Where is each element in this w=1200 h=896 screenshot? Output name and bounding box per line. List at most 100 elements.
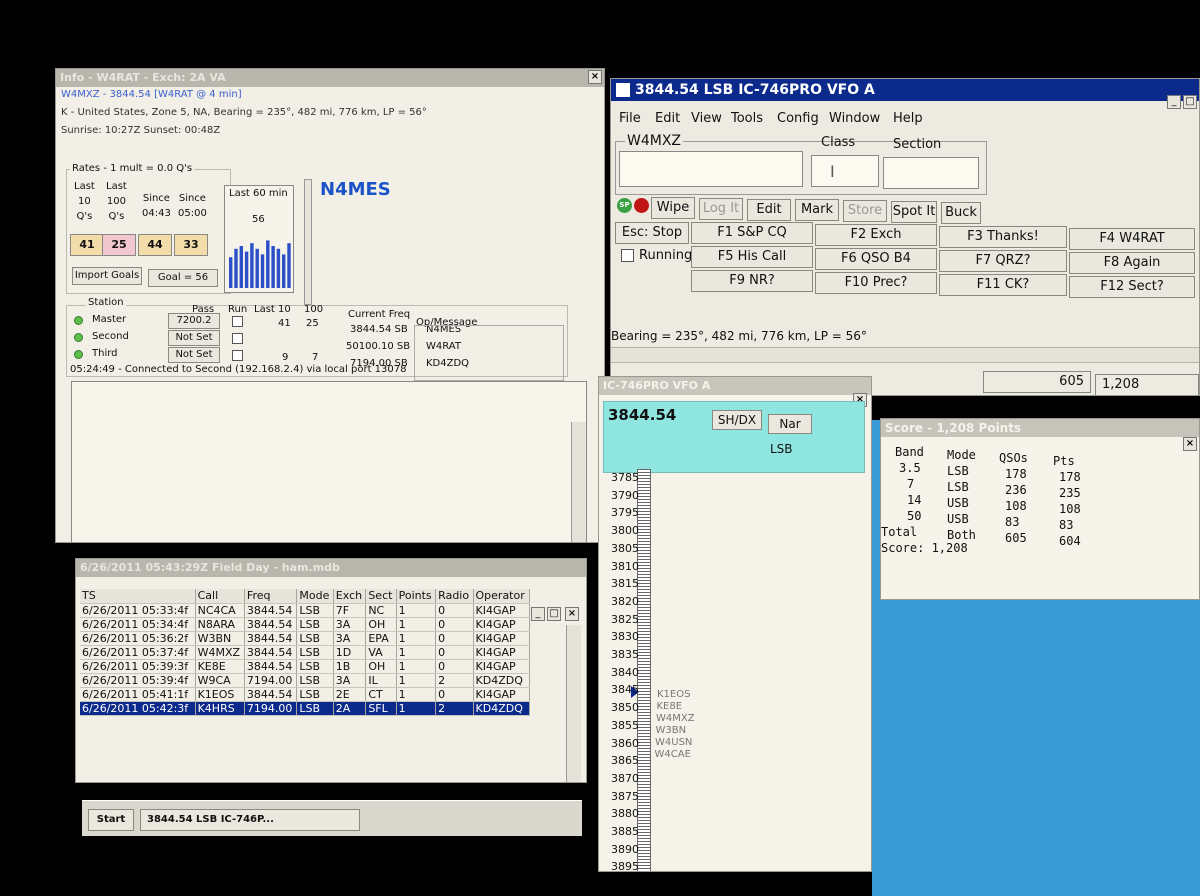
log-scrollbar[interactable] (566, 625, 581, 782)
fkey-4-button[interactable]: F4 W4RAT (1069, 228, 1195, 250)
log-cell: LSB (296, 603, 334, 618)
fkey-10-button[interactable]: F10 Prec? (815, 272, 937, 294)
menu-item-view[interactable]: View (691, 111, 722, 126)
spot-callsign[interactable]: W4USN (655, 737, 692, 748)
minimize-icon[interactable]: _ (1167, 95, 1181, 109)
nar-button[interactable]: Nar (768, 414, 812, 434)
log-cell: 1D (333, 645, 367, 660)
menu-item-window[interactable]: Window (829, 111, 880, 126)
esc-stop-button[interactable]: Esc: Stop (615, 222, 689, 244)
goal-button[interactable]: Goal = 56 (148, 269, 218, 287)
wipe-button[interactable]: Wipe (651, 197, 695, 219)
close-icon[interactable]: × (565, 607, 579, 621)
edit-button[interactable]: Edit (747, 198, 791, 221)
fkey-11-button[interactable]: F11 CK? (939, 274, 1067, 296)
station-pass-button[interactable]: 7200.2 (168, 313, 220, 329)
station-run-checkbox[interactable] (232, 350, 243, 361)
entry-title-bar[interactable]: 3844.54 LSB IC-746PRO VFO A (611, 79, 1199, 101)
log-cell: W9CA (195, 673, 245, 688)
taskbar-entry-button[interactable]: 3844.54 LSB IC-746P... (140, 809, 360, 831)
start-button[interactable]: Start (88, 809, 134, 831)
maximize-icon[interactable]: □ (1183, 95, 1197, 109)
spot-callsign[interactable]: W4MXZ (656, 713, 695, 724)
fkey-6-button[interactable]: F6 QSO B4 (815, 248, 937, 270)
station-run-checkbox[interactable] (232, 316, 243, 327)
sp-icon[interactable]: SP (617, 198, 632, 213)
log-column-header[interactable]: Freq (244, 589, 298, 604)
import-goals-button[interactable]: Import Goals (72, 267, 142, 285)
score-title-bar[interactable]: Score - 1,208 Points (881, 419, 1199, 437)
message-area[interactable] (71, 381, 587, 542)
spot-callsign[interactable]: W4CAE (655, 749, 691, 760)
fkey-3-button[interactable]: F3 Thanks! (939, 226, 1067, 248)
fkey-1-button[interactable]: F1 S&P CQ (691, 222, 813, 244)
freq-scale[interactable] (637, 469, 651, 871)
spot-callsign[interactable]: K1EOS (657, 689, 690, 700)
menu-item-edit[interactable]: Edit (655, 111, 680, 126)
log-column-header[interactable]: Operator (473, 589, 531, 604)
log-row[interactable]: 6/26/2011 05:41:1f K1EOS 3844.54 LSB 2E CT 1 0 K… (80, 687, 531, 702)
log-column-header[interactable]: Radio (435, 589, 474, 604)
score-cell: 236 (1005, 483, 1027, 497)
menu-item-tools[interactable]: Tools (731, 111, 763, 126)
log-row[interactable]: 6/26/2011 05:36:2f W3BN 3844.54 LSB 3A EPA 1 0 K… (80, 631, 531, 646)
log-row[interactable]: 6/26/2011 05:39:3f KE8E 3844.54 LSB 1B OH 1 0 KI… (80, 659, 531, 674)
fkey-9-button[interactable]: F9 NR? (691, 270, 813, 292)
class-input[interactable]: I (811, 155, 879, 187)
station-pass-button[interactable]: Not Set (168, 347, 220, 363)
call-input[interactable] (619, 151, 803, 187)
log-column-header[interactable]: Points (396, 589, 437, 604)
message-scrollbar[interactable] (571, 422, 586, 542)
log-column-header[interactable]: Mode (296, 589, 334, 604)
spot-it-button[interactable]: Spot It (891, 201, 937, 223)
log-row[interactable]: 6/26/2011 05:39:4f W9CA 7194.00 LSB 3A IL 1 2 KD… (80, 673, 531, 688)
log-cell: 7F (333, 603, 367, 618)
info-window: Info - W4RAT - Exch: 2A VA × W4MXZ - 384… (55, 68, 605, 543)
log-cell: 3844.54 (244, 687, 298, 702)
log-title-bar[interactable]: 6/26/2011 05:43:29Z Field Day - ham.mdb (76, 559, 586, 577)
menu-item-config[interactable]: Config (777, 111, 819, 126)
running-checkbox[interactable] (621, 249, 634, 262)
log-cell: LSB (296, 631, 334, 646)
fkey-8-button[interactable]: F8 Again (1069, 252, 1195, 274)
info-call-line: W4MXZ - 3844.54 [W4RAT @ 4 min] (61, 89, 242, 100)
close-icon[interactable]: × (588, 70, 602, 84)
score-cell: 83 (1059, 518, 1074, 532)
log-row[interactable]: 6/26/2011 05:37:4f W4MXZ 3844.54 LSB 1D VA 1 0 K… (80, 645, 531, 660)
section-input[interactable] (883, 157, 979, 189)
log-row[interactable]: 6/26/2011 05:34:4f N8ARA 3844.54 LSB 3A OH 1 0 K… (80, 617, 531, 632)
spot-callsign[interactable]: W3BN (656, 725, 687, 736)
log-table[interactable]: TS Call Freq Mode Exch Sect Points Radio Operato… (80, 589, 531, 716)
log-cell: 1B (333, 659, 367, 674)
fkey-2-button[interactable]: F2 Exch (815, 224, 937, 246)
bandmap-title-bar[interactable]: IC-746PRO VFO A (599, 377, 871, 395)
log-row[interactable]: 6/26/2011 05:42:3f K4HRS 7194.00 LSB 2A SFL 1 2… (80, 701, 531, 716)
log-column-header[interactable]: Sect (365, 589, 397, 604)
run-record-icon[interactable] (634, 198, 649, 213)
store-button[interactable]: Store (843, 200, 887, 223)
menu-item-help[interactable]: Help (893, 111, 923, 126)
log-column-header[interactable]: Exch (333, 589, 367, 604)
fkey-5-button[interactable]: F5 His Call (691, 246, 813, 268)
shdx-button[interactable]: SH/DX (712, 410, 762, 430)
maximize-icon[interactable]: □ (547, 607, 561, 621)
minimize-icon[interactable]: _ (531, 607, 545, 621)
station-last100: 7 (312, 352, 319, 363)
fkey-12-button[interactable]: F12 Sect? (1069, 276, 1195, 298)
fkey-7-button[interactable]: F7 QRZ? (939, 250, 1067, 272)
log-column-header[interactable]: Call (195, 589, 245, 604)
station-run-checkbox[interactable] (232, 333, 243, 344)
info-title-bar[interactable]: Info - W4RAT - Exch: 2A VA (56, 69, 604, 87)
buck-button[interactable]: Buck (941, 201, 981, 224)
close-icon[interactable]: × (1183, 437, 1197, 451)
freq-tick-label: 3895 (611, 860, 639, 872)
menu-item-file[interactable]: File (619, 111, 641, 126)
mark-button[interactable]: Mark (795, 199, 839, 222)
log-column-header[interactable]: TS (80, 589, 196, 604)
station-pass-button[interactable]: Not Set (168, 330, 220, 346)
spot-callsign[interactable]: KE8E (657, 701, 683, 712)
log-row[interactable]: 6/26/2011 05:33:4f NC4CA 3844.54 LSB 7F NC 1 0 K… (80, 603, 531, 618)
log-cell: EPA (365, 631, 397, 646)
log-cell: 6/26/2011 05:37:4f (80, 645, 196, 660)
log-it-button[interactable]: Log It (699, 197, 743, 220)
